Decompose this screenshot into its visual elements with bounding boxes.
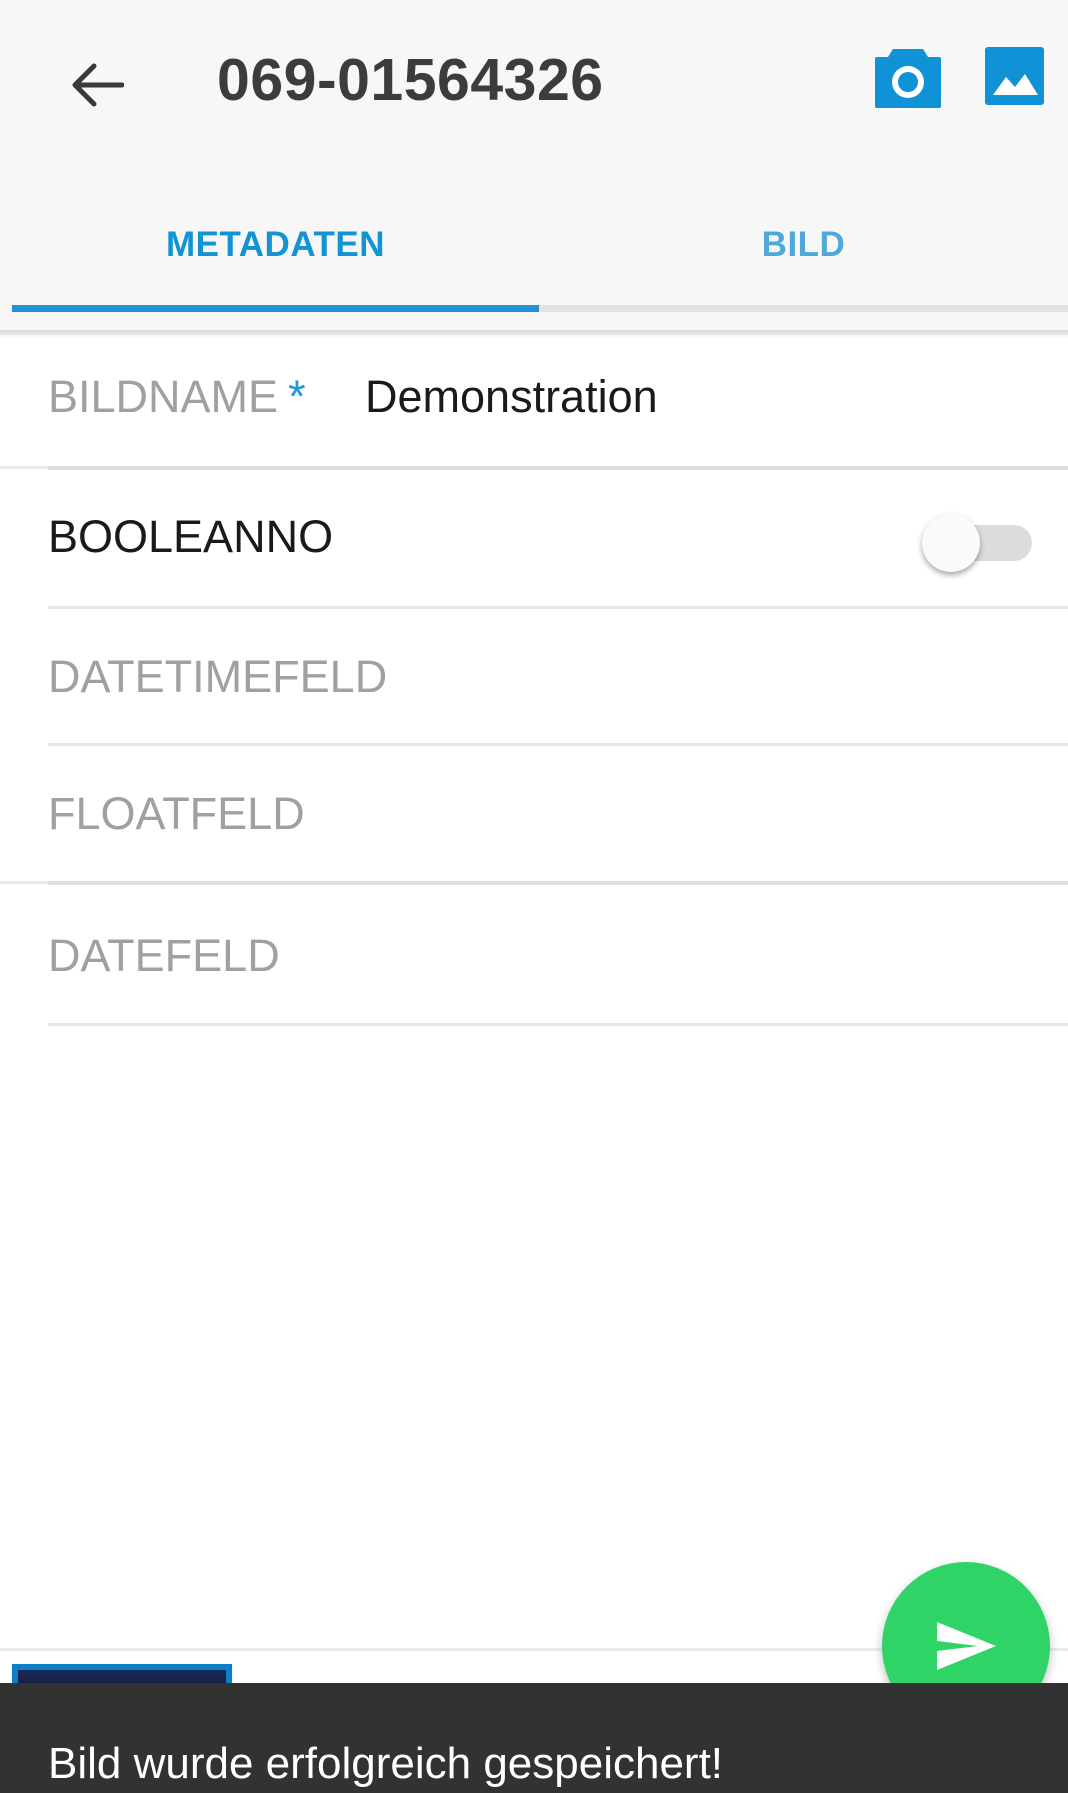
active-tab-indicator xyxy=(12,305,539,312)
gallery-button[interactable] xyxy=(984,45,1054,111)
image-icon xyxy=(985,47,1044,105)
required-marker: * xyxy=(288,371,306,422)
app-bar-shadow xyxy=(0,330,1068,338)
divider xyxy=(48,1023,1068,1026)
toggle-thumb xyxy=(922,514,980,572)
field-bildname[interactable]: BILDNAME * Demonstration xyxy=(0,340,1068,470)
back-button[interactable] xyxy=(62,50,132,120)
datetimefeld-label: DATETIMEFELD xyxy=(48,651,388,702)
field-floatfeld[interactable]: FLOATFELD xyxy=(0,746,1068,882)
field-datefeld[interactable]: DATEFELD xyxy=(0,885,1068,1025)
tab-metadaten[interactable]: METADATEN xyxy=(12,215,539,275)
tab-bild[interactable]: BILD xyxy=(539,215,1068,275)
datefeld-label: DATEFELD xyxy=(48,930,280,981)
field-datetimefeld[interactable]: DATETIMEFELD xyxy=(0,609,1068,745)
page-title: 069-01564326 xyxy=(217,47,604,113)
field-booleanno[interactable]: BOOLEANNO xyxy=(0,470,1068,608)
divider-stub xyxy=(0,466,48,469)
booleanno-label: BOOLEANNO xyxy=(48,511,334,562)
divider-stub xyxy=(0,881,48,884)
bildname-value[interactable]: Demonstration xyxy=(365,367,658,427)
floatfeld-label: FLOATFELD xyxy=(48,788,305,839)
arrow-left-icon xyxy=(72,63,124,107)
camera-button[interactable] xyxy=(873,45,943,111)
bildname-label: BILDNAME * xyxy=(48,371,306,422)
send-icon xyxy=(937,1622,996,1670)
camera-icon xyxy=(875,49,941,108)
snackbar-message: Bild wurde erfolgreich gespeichert! xyxy=(48,1739,724,1788)
booleanno-toggle[interactable] xyxy=(922,512,1034,572)
app-bar: 069-01564326 METADATEN BILD xyxy=(0,0,1068,335)
